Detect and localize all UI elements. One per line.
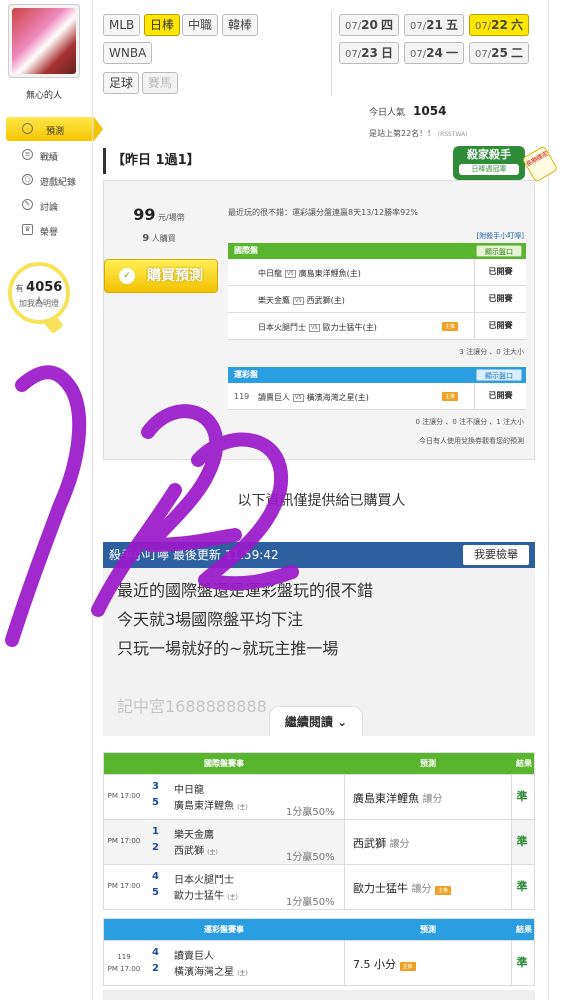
report-button[interactable]: 我要檢舉: [463, 545, 529, 565]
date-0720[interactable]: 07/20 四: [339, 14, 399, 36]
page: 無心的人 預測 ≡ 戰績 ○ 遊戲紀錄 ✎ 討論 ♛ 榮譽 有 4056 人 加…: [0, 0, 563, 1000]
sport-cpbl[interactable]: 中職: [182, 14, 219, 36]
table-row: PM 17:00 4 日本火腿鬥士 5 歐力士猛牛 (主) 1分贏50% 歐力士猛牛…: [104, 864, 534, 909]
medal-icon: ♛: [22, 224, 33, 235]
avatar-image: [12, 8, 76, 74]
sport-horse-racing: 賽馬: [142, 72, 179, 94]
intl-game-row: 中日龍 VS 廣島東洋鯉魚(主) 已開賽: [228, 259, 526, 286]
yesterday-title: 【昨日 1過1】: [103, 148, 448, 174]
matchup: 樂天金鷹 VS 西武獅(主): [258, 296, 345, 305]
sidebar-item-game-log[interactable]: ○ 遊戲紀錄: [20, 171, 90, 191]
game-status: 已開賽: [474, 383, 526, 409]
killer-tip-link[interactable]: [附殺手小叮嚀]: [477, 231, 524, 241]
killer-tip-bar: 殺手小叮嚀 最後更新 11:59:42 我要檢舉: [103, 542, 535, 568]
lightbulb-button[interactable]: 有 4056 人 加我為明燈: [8, 262, 70, 324]
left-sidebar: 無心的人 預測 ≡ 戰績 ○ 遊戲紀錄 ✎ 討論 ♛ 榮譽 有 4056 人 加…: [0, 0, 103, 1000]
divider: [331, 10, 332, 96]
matchup: 中日龍 VS 廣島東洋鯉魚(主): [258, 269, 361, 278]
popularity: 今日人氣 1054: [369, 104, 447, 118]
lottery-results-table: 運彩盤賽事 預測 結果 119 PM 17:00 4 讀賣巨人 2 橫濱海灣之星 (主…: [103, 918, 535, 986]
intl-results-table: 國際盤賽事 預測 結果 PM 17:00 3 中日龍 5 廣島東洋鯉魚 (主) 1分…: [103, 752, 535, 910]
sport-soccer[interactable]: 足球: [103, 72, 140, 94]
game-status: 已開賽: [474, 259, 526, 285]
sport-wnba[interactable]: WNBA: [103, 42, 153, 64]
lottery-header: 運彩盤 顯示盤口: [228, 367, 526, 383]
table-row: PM 17:00 1 樂天金鷹 2 西武獅 (主) 1分贏50% 西武獅 讓分 準: [104, 819, 534, 864]
stable-ribbon: 長期穩定: [521, 145, 559, 183]
table-header: 運彩盤賽事 預測 結果: [104, 919, 534, 940]
show-odds-button[interactable]: 顯示盤口: [476, 245, 522, 257]
record-note: 最近玩的很不錯：運彩讓分盤連贏8天13/12勝率92%: [228, 208, 418, 217]
likes-label: 加我為明燈: [19, 299, 59, 308]
chevron-down-icon: ⌄: [337, 715, 348, 729]
exchange-note: 今日有人使用兌換券觀看您的預測: [419, 437, 524, 445]
chat-icon: ✎: [22, 199, 33, 210]
sidebar-item-discuss[interactable]: ✎ 討論: [20, 196, 90, 216]
killer-badge: 殺家殺手 日棒週冠軍: [453, 146, 525, 180]
sport-npb[interactable]: 日棒: [144, 14, 181, 36]
table-row: PM 17:00 3 中日龍 5 廣島東洋鯉魚 (主) 1分贏50% 廣島東洋鯉魚 …: [104, 774, 534, 819]
table-header: 國際盤賽事 預測 結果: [104, 753, 534, 774]
sidebar-item-honor[interactable]: ♛ 榮譽: [20, 221, 90, 241]
sport-mlb[interactable]: MLB: [103, 14, 141, 36]
site-rank: 是站上第22名！！ (RSSTWA): [369, 129, 468, 138]
date-0723[interactable]: 07/23 日: [339, 42, 399, 64]
sidebar-item-label: 預測: [46, 127, 65, 137]
sidebar-item-label: 戰績: [40, 153, 59, 163]
target-icon: [22, 123, 33, 134]
sidebar-item-predict[interactable]: 預測: [6, 117, 103, 141]
table-row: 119 PM 17:00 4 讀賣巨人 2 橫濱海灣之星 (主) 7.5 小分 主推 …: [104, 940, 534, 985]
sidebar-item-record[interactable]: ≡ 戰績: [20, 146, 90, 166]
game-status: 已開賽: [474, 313, 526, 339]
matchup: 日本火腿鬥士 VS 歐力士猛牛(主): [258, 323, 377, 332]
date-0725[interactable]: 07/25 二: [469, 42, 529, 64]
cart-icon: ✓: [119, 268, 135, 284]
record-icon: ○: [22, 174, 33, 185]
main-content: MLB 日棒 中職 韓棒 WNBA 足球 賽馬 07/20 四 07/21 五 …: [92, 0, 559, 1000]
sport-kbo[interactable]: 韓棒: [222, 14, 259, 36]
locked-notice: 以下資訊僅提供給已購買人: [237, 493, 406, 509]
intl-game-row: 樂天金鷹 VS 西武獅(主) 已開賽: [228, 286, 526, 313]
game-status: 已開賽: [474, 286, 526, 312]
intl-stats: 3 注讓分 、0 注大小: [459, 348, 524, 356]
prediction-box: 99 元/場幣 9 人購買 ✓ 購買預測 最近玩的很不錯：運彩讓分盤連贏8天13/…: [103, 180, 535, 460]
lottery-game-row: 119 讀賣巨人 VS 橫濱海灣之星(主) 主推 已開賽: [228, 383, 526, 410]
show-odds-button[interactable]: 顯示盤口: [476, 369, 522, 381]
date-0721[interactable]: 07/21 五: [404, 14, 464, 36]
lottery-stats: 0 注讓分 、0 注不讓分 、1 注大小: [415, 418, 525, 426]
price: 99 元/場幣: [133, 205, 185, 224]
user-name[interactable]: 無心的人: [0, 88, 88, 101]
buyers: 9 人購買: [142, 233, 176, 244]
sidebar-item-label: 討論: [40, 203, 59, 213]
continue-reading-button[interactable]: 繼續閱讀 ⌄: [269, 706, 363, 736]
buy-prediction-button[interactable]: ✓ 購買預測: [104, 259, 218, 293]
sidebar-item-label: 遊戲紀錄: [40, 178, 77, 188]
date-0724[interactable]: 07/24 一: [404, 42, 464, 64]
featured-tag: 主推: [442, 392, 459, 401]
sidebar-item-label: 榮譽: [40, 228, 59, 238]
footer-strip: [103, 990, 535, 1000]
date-0722[interactable]: 07/22 六: [469, 14, 529, 36]
chart-icon: ≡: [22, 149, 33, 160]
intl-game-row: 日本火腿鬥士 VS 歐力士猛牛(主) 主推 已開賽: [228, 313, 526, 340]
featured-tag: 主推: [442, 322, 459, 331]
intl-header: 國際盤 顯示盤口: [228, 243, 526, 259]
matchup: 讀賣巨人 VS 橫濱海灣之星(主): [258, 393, 369, 402]
avatar[interactable]: [8, 4, 80, 78]
